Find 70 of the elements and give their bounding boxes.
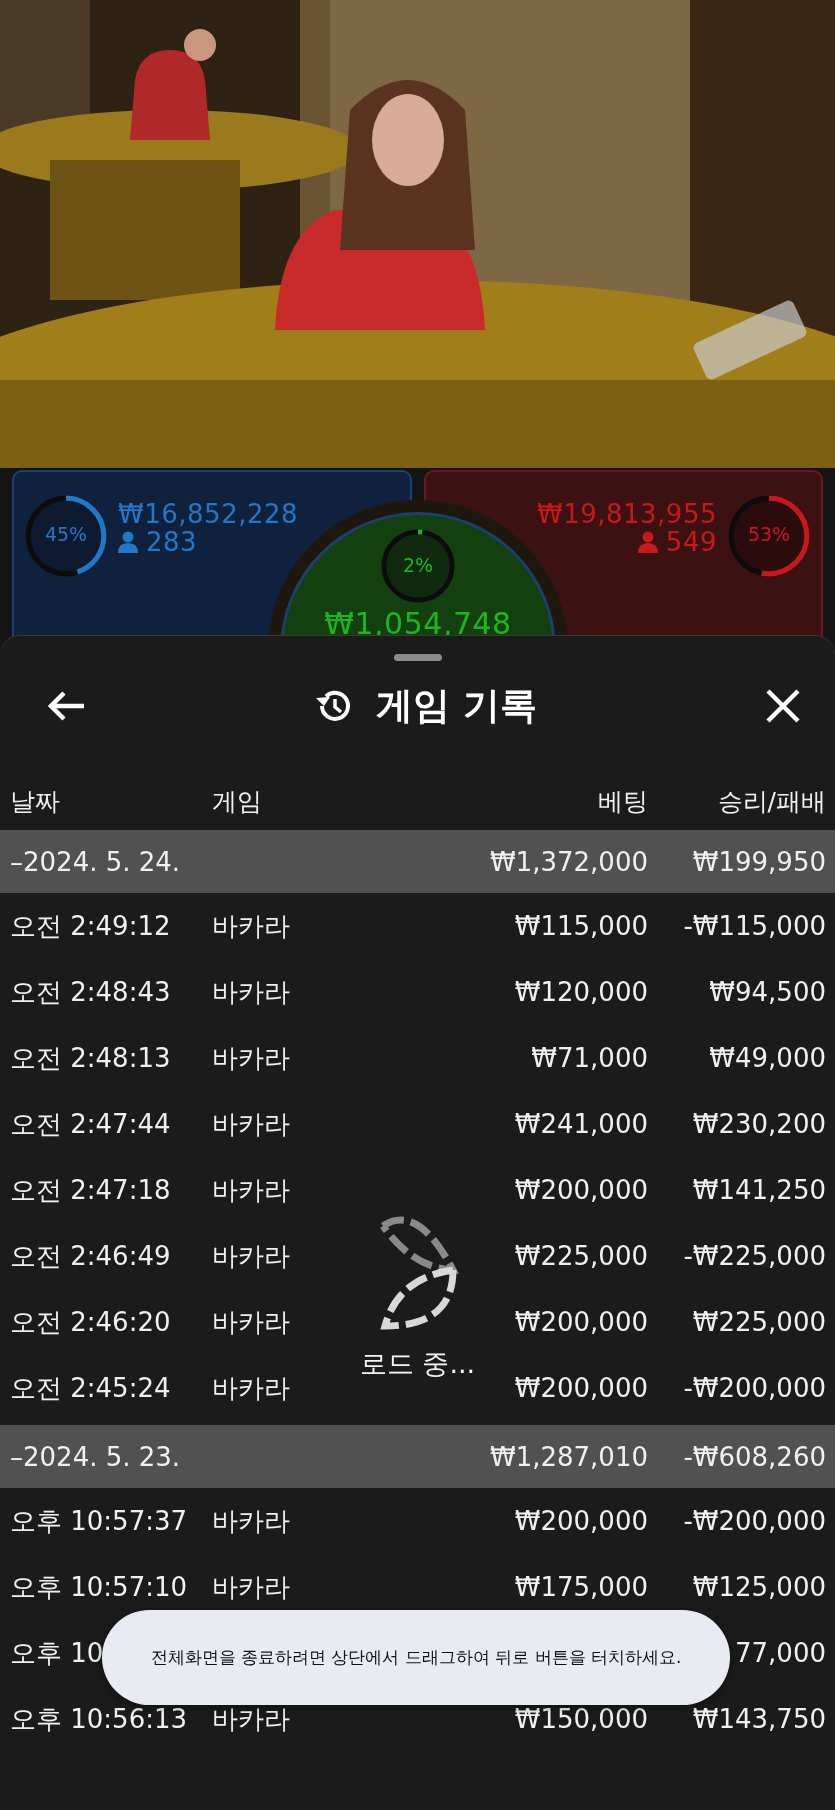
percent-label: 2%	[401, 554, 435, 576]
result-cell: ₩94,500	[709, 977, 826, 1007]
game-cell-text: 바카라	[212, 1173, 290, 1207]
percent-label: 53%	[746, 523, 792, 545]
person-icon	[118, 531, 138, 553]
time-cell-text: 오전 2:47:44	[10, 1107, 171, 1141]
bet-cell: ₩200,000	[514, 1506, 648, 1536]
time-cell-text: 오후 10:57:37	[10, 1504, 188, 1538]
player-count: 283	[146, 528, 198, 556]
bet-cell: ₩241,000	[514, 1109, 648, 1139]
result-cell: ₩143,750	[692, 1704, 826, 1734]
column-header: 베팅	[598, 786, 648, 818]
column-header: 날짜	[10, 786, 60, 818]
time-cell-text: 오전 2:46:20	[10, 1305, 171, 1339]
game-cell-text: 바카라	[212, 909, 290, 943]
total-result: -₩608,260	[683, 1441, 826, 1472]
game-cell-text: 바카라	[212, 1107, 290, 1141]
game-cell-text: 바카라	[212, 1702, 290, 1736]
drag-handle[interactable]	[393, 654, 442, 661]
date-label: –2024. 5. 24.	[10, 846, 181, 877]
bet-cell: ₩150,000	[514, 1704, 648, 1734]
result-cell: ₩125,000	[692, 1572, 826, 1602]
game-cell-text: 바카라	[212, 1371, 290, 1405]
result-cell: ₩225,000	[692, 1307, 826, 1337]
tie-amount: ₩1,054,748	[324, 606, 512, 641]
bet-cell: ₩175,000	[514, 1572, 648, 1602]
time-cell-text: 오전 2:45:24	[10, 1371, 171, 1405]
loading-label: 로드 중...	[359, 1347, 476, 1381]
bet-cell: ₩200,000	[514, 1307, 648, 1337]
date-label: –2024. 5. 23.	[10, 1441, 181, 1472]
result-cell: ₩141,250	[692, 1175, 826, 1205]
bet-amount: ₩19,813,955	[536, 500, 717, 528]
bet-cell: ₩71,000	[531, 1043, 648, 1073]
time-cell-text: 오후 10	[10, 1636, 104, 1670]
result-cell: -₩115,000	[683, 911, 826, 941]
bet-amount: ₩16,852,228	[118, 500, 299, 528]
result-cell: 77,000	[735, 1638, 826, 1668]
time-cell-text: 오후 10:56:13	[10, 1702, 188, 1736]
time-cell-text: 오전 2:49:12	[10, 909, 171, 943]
column-header: 게임	[212, 786, 262, 818]
total-result: ₩199,950	[692, 846, 826, 877]
time-cell-text: 오전 2:48:43	[10, 975, 171, 1009]
sheet-title: 게임 기록	[376, 683, 537, 729]
time-cell-text: 오전 2:47:18	[10, 1173, 171, 1207]
bet-cell: ₩115,000	[514, 911, 648, 941]
result-cell: ₩230,200	[692, 1109, 826, 1139]
person-icon	[637, 531, 658, 553]
player-count: 549	[665, 528, 717, 556]
fullscreen-toast: 전체화면을 종료하려면 상단에서 드래그하여 뒤로 버튼을 터치하세요.	[102, 1610, 730, 1705]
column-header: 승리/패배	[717, 786, 826, 818]
result-cell: -₩200,000	[683, 1373, 826, 1403]
time-cell-text: 오전 2:48:13	[10, 1041, 171, 1075]
result-cell: -₩225,000	[683, 1241, 826, 1271]
bet-cell: ₩120,000	[514, 977, 648, 1007]
game-cell-text: 바카라	[212, 975, 290, 1009]
game-cell-text: 바카라	[212, 1504, 290, 1538]
bet-cell: ₩200,000	[514, 1175, 648, 1205]
time-cell-text: 오후 10:57:10	[10, 1570, 188, 1604]
game-cell-text: 바카라	[212, 1570, 290, 1604]
result-cell: -₩200,000	[683, 1506, 826, 1536]
bet-cell: ₩200,000	[514, 1373, 648, 1403]
total-bet: ₩1,287,010	[489, 1441, 648, 1472]
game-cell-text: 바카라	[212, 1239, 290, 1273]
game-cell-text: 바카라	[212, 1041, 290, 1075]
result-cell: ₩49,000	[709, 1043, 826, 1073]
game-cell-text: 바카라	[212, 1305, 290, 1339]
bet-cell: ₩225,000	[514, 1241, 648, 1271]
percent-label: 45%	[43, 523, 89, 545]
time-cell-text: 오전 2:46:49	[10, 1239, 171, 1273]
total-bet: ₩1,372,000	[489, 846, 648, 877]
